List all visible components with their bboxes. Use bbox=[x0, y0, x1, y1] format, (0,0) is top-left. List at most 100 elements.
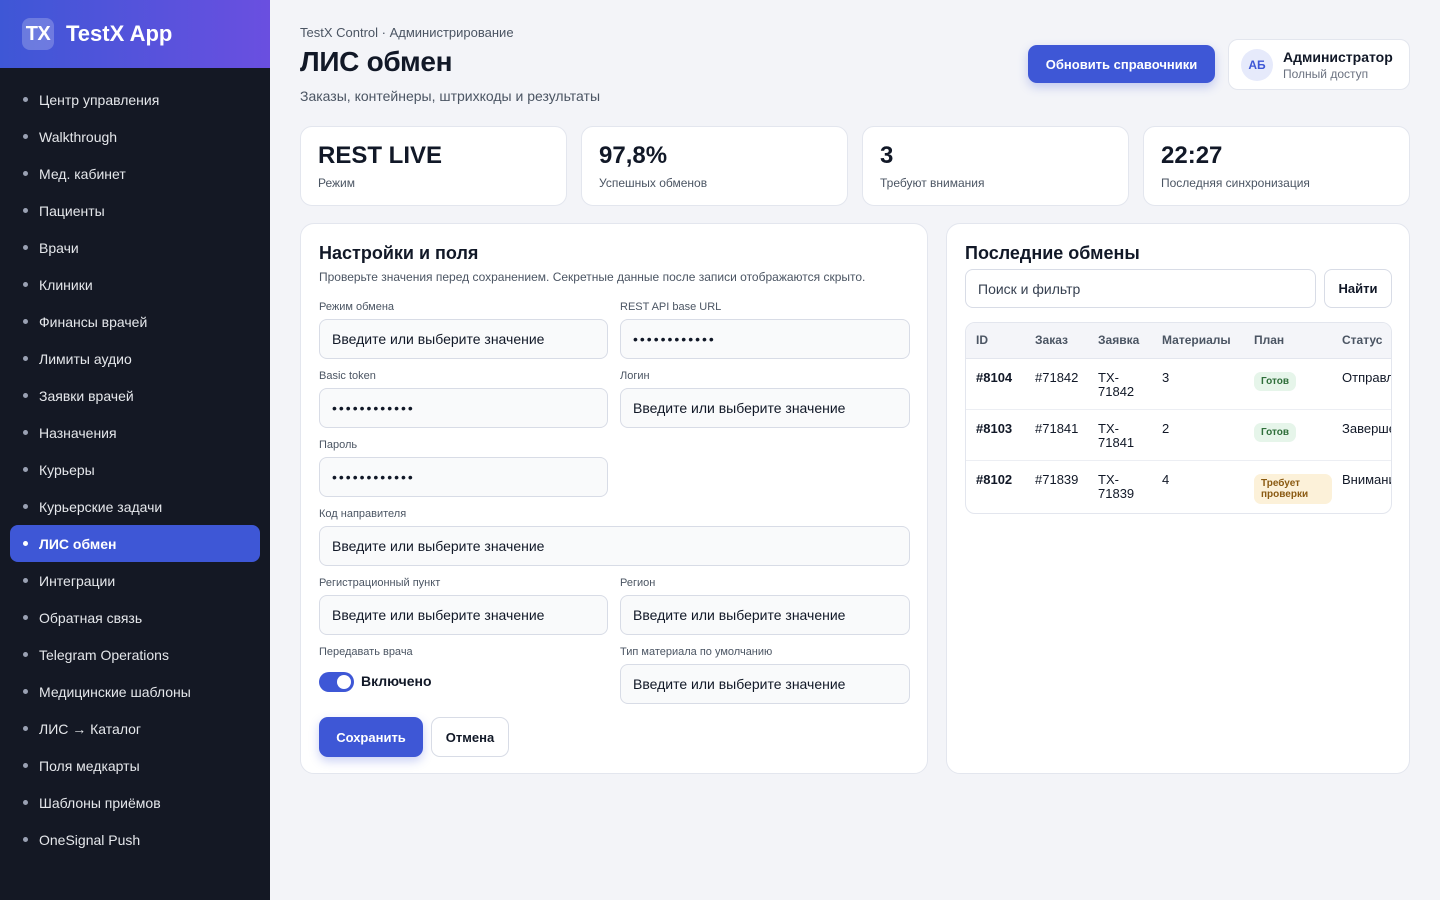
bullet-icon bbox=[23, 467, 28, 472]
bullet-icon bbox=[23, 282, 28, 287]
sidebar-item-doctors[interactable]: Врачи bbox=[10, 229, 260, 266]
status-badge: Готов bbox=[1254, 422, 1297, 442]
sidebar-item-label: Telegram Operations bbox=[39, 646, 169, 663]
sidebar-item-label: Финансы врачей bbox=[39, 313, 148, 330]
sidebar-item-label: Клиники bbox=[39, 276, 93, 293]
exchanges-title: Последние обмены bbox=[965, 243, 1140, 263]
send-doctor-toggle[interactable] bbox=[319, 672, 354, 692]
sidebar-item-label: Обратная связь bbox=[39, 609, 143, 626]
sidebar-item-label: Walkthrough bbox=[39, 128, 118, 145]
stat-card-success-rate: 97,8% Успешных обменов bbox=[581, 126, 848, 206]
table-row[interactable]: #8104 #71842 TX-71842 3 Готов Отправлено bbox=[966, 358, 1391, 410]
sidebar-item-label: ЛИС обмен bbox=[39, 535, 117, 552]
bullet-icon bbox=[23, 615, 28, 620]
column-header-order[interactable]: Заказ bbox=[1025, 323, 1088, 359]
table-row[interactable]: #8102 #71839 TX-71839 4 Требует проверки… bbox=[966, 460, 1391, 511]
cell-status: Завершено bbox=[1332, 409, 1391, 461]
bullet-icon bbox=[23, 504, 28, 509]
bullet-icon bbox=[23, 800, 28, 805]
sidebar-item-integrations[interactable]: Интеграции bbox=[10, 562, 260, 599]
material-type-field[interactable] bbox=[620, 664, 910, 704]
column-header-materials[interactable]: Материалы bbox=[1152, 323, 1244, 359]
sidebar-item-walkthrough[interactable]: Walkthrough bbox=[10, 118, 260, 155]
region-field[interactable] bbox=[620, 595, 910, 635]
sidebar-item-control-center[interactable]: Центр управления bbox=[10, 81, 260, 118]
sidebar-item-label: Курьерские задачи bbox=[39, 498, 163, 515]
cell-request: TX-71839 bbox=[1098, 471, 1135, 501]
sidebar-item-medical-templates[interactable]: Медицинские шаблоны bbox=[10, 673, 260, 710]
sidebar-nav: Центр управления Walkthrough Мед. кабине… bbox=[0, 81, 270, 858]
cell-request: TX-71842 bbox=[1088, 358, 1152, 410]
cell-request: TX-71841 bbox=[1088, 409, 1152, 461]
sidebar-item-label: Шаблоны приёмов bbox=[39, 794, 161, 811]
user-menu[interactable]: АБ Администратор Полный доступ bbox=[1228, 39, 1410, 90]
bullet-icon bbox=[23, 208, 28, 213]
column-header-status[interactable]: Статус bbox=[1332, 323, 1391, 359]
mode-label: Режим обмена bbox=[319, 301, 395, 313]
cell-materials: 4 bbox=[1162, 471, 1170, 487]
reg-point-field[interactable] bbox=[319, 595, 608, 635]
bullet-icon bbox=[23, 97, 28, 102]
stat-value: REST LIVE bbox=[318, 142, 443, 169]
stat-value: 97,8% bbox=[599, 142, 668, 169]
sidebar-item-doctor-requests[interactable]: Заявки врачей bbox=[10, 377, 260, 414]
sidebar-item-visit-templates[interactable]: Шаблоны приёмов bbox=[10, 784, 260, 821]
app-name: TestX App bbox=[66, 21, 173, 46]
sidebar-item-patients[interactable]: Пациенты bbox=[10, 192, 260, 229]
sidebar-item-lis-catalog[interactable]: ЛИС → Каталог bbox=[10, 710, 260, 747]
status-badge: Готов bbox=[1254, 371, 1297, 391]
basic-token-label: Basic token bbox=[319, 370, 376, 382]
refresh-directories-button[interactable]: Обновить справочники bbox=[1028, 45, 1215, 83]
referrer-code-label: Код направителя bbox=[319, 508, 407, 520]
referrer-code-field[interactable] bbox=[319, 526, 910, 566]
table-row[interactable]: #8103 #71841 TX-71841 2 Готов Завершено bbox=[966, 409, 1391, 461]
bullet-icon bbox=[23, 171, 28, 176]
mode-field[interactable] bbox=[319, 319, 608, 359]
column-header-id[interactable]: ID bbox=[966, 323, 1025, 359]
sidebar-item-courier-tasks[interactable]: Курьерские задачи bbox=[10, 488, 260, 525]
cell-id: #8102 bbox=[976, 471, 1013, 487]
sidebar-item-couriers[interactable]: Курьеры bbox=[10, 451, 260, 488]
cell-plan: Готов bbox=[1244, 358, 1332, 410]
page-title: ЛИС обмен bbox=[300, 46, 453, 77]
login-field[interactable] bbox=[620, 388, 910, 428]
bullet-icon bbox=[23, 319, 28, 324]
sidebar-item-label: Курьеры bbox=[39, 461, 95, 478]
table-header-row: ID Заказ Заявка Материалы План Статус bbox=[966, 323, 1391, 359]
sidebar-item-label: Медицинские шаблоны bbox=[39, 683, 191, 700]
sidebar-item-telegram-operations[interactable]: Telegram Operations bbox=[10, 636, 260, 673]
base-url-field[interactable] bbox=[620, 319, 910, 359]
status-badge: Требует проверки bbox=[1254, 473, 1332, 504]
column-header-request[interactable]: Заявка bbox=[1088, 323, 1152, 359]
user-role: Полный доступ bbox=[1283, 66, 1369, 81]
sidebar-item-feedback[interactable]: Обратная связь bbox=[10, 599, 260, 636]
cell-id: #8103 bbox=[966, 409, 1025, 461]
cell-status: Внимание bbox=[1342, 471, 1391, 487]
stat-card-mode: REST LIVE Режим bbox=[300, 126, 567, 206]
region-label: Регион bbox=[620, 577, 656, 589]
sidebar-item-onesignal-push[interactable]: OneSignal Push bbox=[10, 821, 260, 858]
sidebar-item-label: OneSignal Push bbox=[39, 831, 141, 848]
sidebar-item-audio-limits[interactable]: Лимиты аудио bbox=[10, 340, 260, 377]
column-header-plan[interactable]: План bbox=[1244, 323, 1332, 359]
exchanges-table[interactable]: ID Заказ Заявка Материалы План Статус #8… bbox=[965, 322, 1392, 514]
toggle-knob bbox=[337, 675, 351, 689]
basic-token-field[interactable] bbox=[319, 388, 608, 428]
sidebar-item-label: Лимиты аудио bbox=[39, 350, 132, 367]
search-input[interactable] bbox=[965, 269, 1316, 308]
sidebar-item-label: Врачи bbox=[39, 239, 79, 256]
save-button[interactable]: Сохранить bbox=[319, 717, 423, 757]
sidebar-item-clinics[interactable]: Клиники bbox=[10, 266, 260, 303]
cell-materials: 3 bbox=[1152, 358, 1244, 410]
cell-order: #71839 bbox=[1035, 471, 1079, 487]
sidebar-item-doctor-finance[interactable]: Финансы врачей bbox=[10, 303, 260, 340]
sidebar-item-appointments[interactable]: Назначения bbox=[10, 414, 260, 451]
search-button[interactable]: Найти bbox=[1324, 269, 1392, 308]
sidebar-item-lis-exchange[interactable]: ЛИС обмен bbox=[10, 525, 260, 562]
sidebar-item-med-cabinet[interactable]: Мед. кабинет bbox=[10, 155, 260, 192]
cell-materials: 2 bbox=[1152, 409, 1244, 461]
sidebar-item-label: ЛИС → Каталог bbox=[39, 720, 142, 737]
sidebar-item-medcard-fields[interactable]: Поля медкарты bbox=[10, 747, 260, 784]
cancel-button[interactable]: Отмена bbox=[431, 717, 509, 757]
password-field[interactable] bbox=[319, 457, 608, 497]
